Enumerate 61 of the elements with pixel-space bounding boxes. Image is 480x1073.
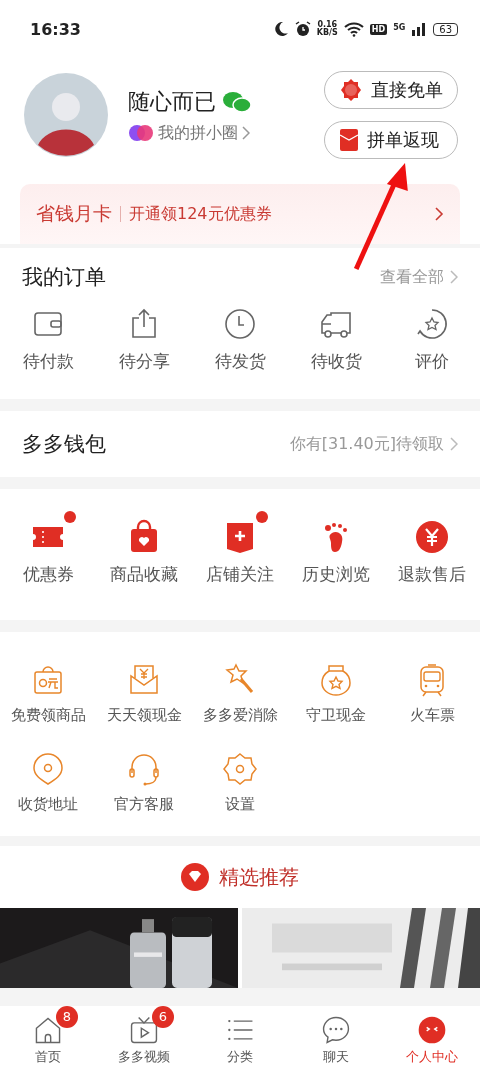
promo-title: 省钱月卡 [36,201,112,226]
service-label[interactable]: 守卫现金 [306,706,366,725]
battery-indicator: 63 [433,22,458,36]
status-time: 16:33 [30,19,81,39]
chevron-icon [242,126,250,140]
chat-bubbles-icon [222,90,252,113]
moon-icon [272,21,289,37]
settings-icon[interactable] [222,751,258,787]
headset-icon[interactable] [126,751,162,787]
service-label[interactable]: 天天领现金 [106,706,182,725]
network-type: 5G [393,23,406,32]
tab[interactable]: 6 多多视频 [96,1006,192,1073]
section-title: 我的订单 [22,264,106,291]
shortcut-label[interactable]: 历史浏览 [302,563,370,586]
yen-icon[interactable] [414,519,450,555]
tab[interactable]: 聊天 [288,1006,384,1073]
order-status-label[interactable]: 待收货 [310,350,362,373]
clock-icon[interactable] [222,306,258,342]
shortcut-label[interactable]: 店铺关注 [206,563,274,586]
chevron-icon [450,270,458,284]
order-status-label[interactable]: 待付款 [22,350,74,373]
promo-banner[interactable]: 省钱月卡 开通领124元优惠券 [20,184,460,244]
speed-unit: KB/S [316,29,338,37]
shortcut-label[interactable]: 退款售后 [398,563,466,586]
badge-icon [339,78,363,102]
count-badge: 8 [56,1005,78,1028]
service-label[interactable]: 收货地址 [18,795,78,814]
service-label[interactable]: 多多爱消除 [202,706,278,725]
shortcut-label[interactable]: 优惠券 [22,563,74,586]
order-status-label[interactable]: 待发货 [214,350,266,373]
service-label[interactable]: 官方客服 [114,795,174,814]
overlapping-circles-icon [128,124,154,142]
avatar[interactable] [24,73,108,157]
shortcut-label[interactable]: 商品收藏 [110,563,178,586]
promo-text: 开通领124元优惠券 [129,203,272,225]
service-label[interactable]: 免费领商品 [10,706,86,725]
chevron-icon [450,437,458,451]
order-status-label[interactable]: 评价 [415,350,449,373]
tab[interactable]: 个人中心 [384,1006,480,1073]
wifi-icon [343,21,364,37]
section-title: 多多钱包 [22,431,106,458]
envelope-icon [339,128,359,152]
star-bubble-icon[interactable] [414,306,450,342]
service-label[interactable]: 火车票 [409,706,455,725]
section-title: 精选推荐 [219,863,299,891]
hd-indicator: HD [369,23,388,35]
network-speed: 0.16 [317,21,338,29]
location-icon[interactable] [30,751,66,787]
chevron-icon [434,206,444,222]
tab[interactable]: 8 首页 [0,1006,96,1073]
user-name: 随心而已 [128,87,216,116]
cashback-button[interactable]: 拼单返现 [324,121,458,159]
circle-link[interactable]: 我的拼小圈 [128,122,252,144]
tab[interactable]: 分类 [192,1006,288,1073]
order-status-label[interactable]: 待分享 [118,350,170,373]
free-order-button[interactable]: 直接免单 [324,71,458,109]
count-badge: 6 [152,1005,174,1028]
service-label[interactable]: 设置 [225,795,255,814]
alarm-icon [294,21,311,37]
jar-icon[interactable] [318,662,354,698]
signal-icon [411,21,428,37]
